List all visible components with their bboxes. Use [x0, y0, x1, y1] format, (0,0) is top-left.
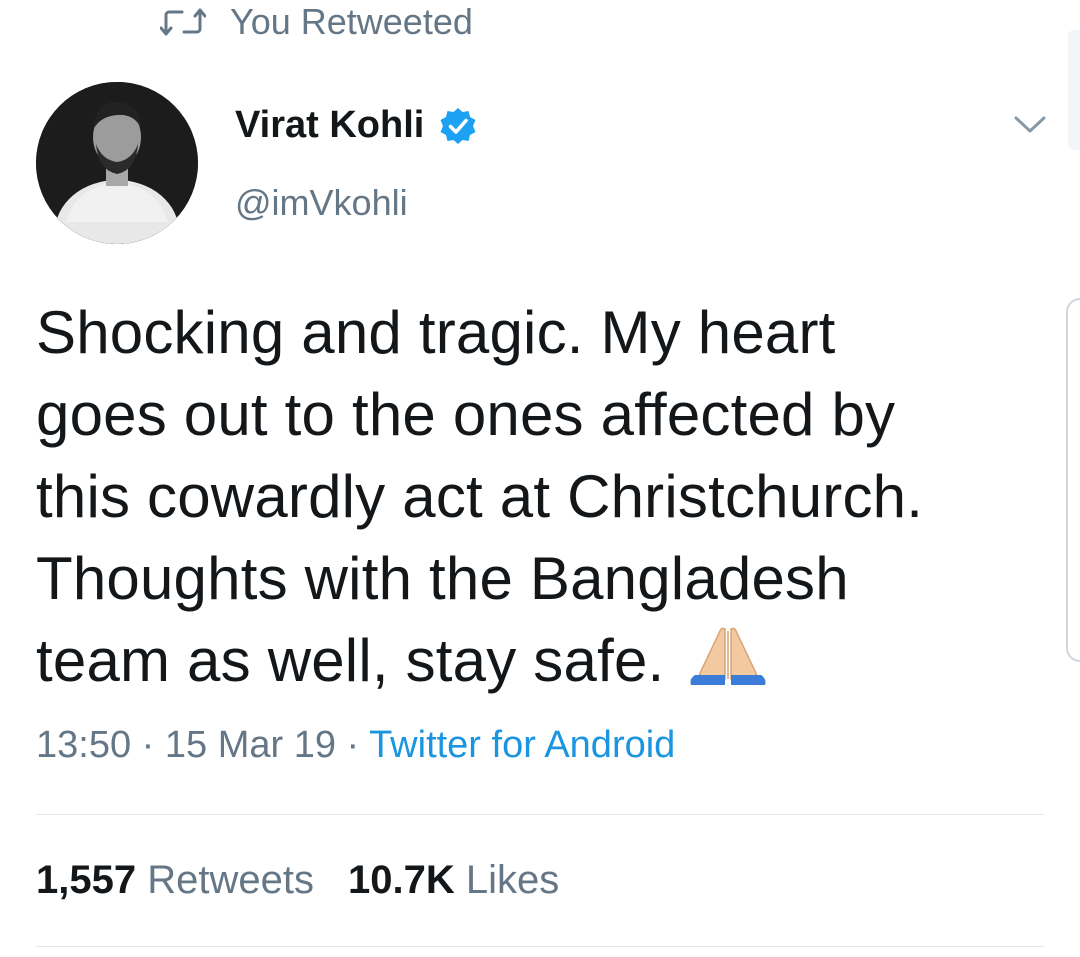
- folded-hands-icon: [690, 627, 766, 685]
- divider: [36, 814, 1044, 815]
- likes-stat[interactable]: 10.7K Likes: [348, 858, 559, 903]
- tweet-source-link[interactable]: Twitter for Android: [369, 724, 675, 766]
- retweets-count: 1,557: [36, 858, 137, 902]
- chevron-down-icon[interactable]: [1010, 110, 1050, 138]
- tweet-line: team as well, stay safe.: [36, 627, 665, 694]
- tweet-line-last: team as well, stay safe.: [36, 620, 1036, 702]
- avatar[interactable]: [36, 82, 198, 244]
- tweet-line: goes out to the ones affected by: [36, 381, 896, 448]
- author-handle[interactable]: @imVkohli: [235, 182, 408, 224]
- tweet-line: Shocking and tragic. My heart: [36, 299, 836, 366]
- tweet-meta: 13:50 · 15 Mar 19 · Twitter for Android: [36, 724, 675, 767]
- retweets-label: Retweets: [147, 858, 314, 902]
- author-name[interactable]: Virat Kohli: [235, 104, 478, 147]
- retweet-icon: [160, 8, 206, 36]
- tweet-time[interactable]: 13:50: [36, 724, 131, 766]
- verified-badge-icon: [440, 107, 476, 144]
- tweet-date[interactable]: 15 Mar 19: [165, 724, 336, 766]
- retweet-banner: You Retweeted: [160, 0, 473, 44]
- retweet-label: You Retweeted: [230, 1, 473, 42]
- tweet-line: Thoughts with the Bangladesh: [36, 545, 849, 612]
- author-display-name: Virat Kohli: [235, 104, 425, 146]
- tweet-text: Shocking and tragic. My heart goes out t…: [36, 292, 1036, 702]
- edge-handle[interactable]: [1066, 298, 1080, 662]
- likes-label: Likes: [465, 858, 560, 902]
- divider: [36, 946, 1044, 947]
- meta-separator: ·: [131, 724, 165, 766]
- tweet-line: this cowardly act at Christchurch.: [36, 463, 924, 530]
- tweet-stats: 1,557 Retweets 10.7K Likes: [36, 858, 593, 903]
- retweets-stat[interactable]: 1,557 Retweets: [36, 858, 314, 903]
- meta-separator: ·: [335, 724, 370, 766]
- likes-count: 10.7K: [347, 858, 455, 902]
- edge-panel: [1068, 30, 1080, 150]
- avatar-image: [36, 82, 198, 244]
